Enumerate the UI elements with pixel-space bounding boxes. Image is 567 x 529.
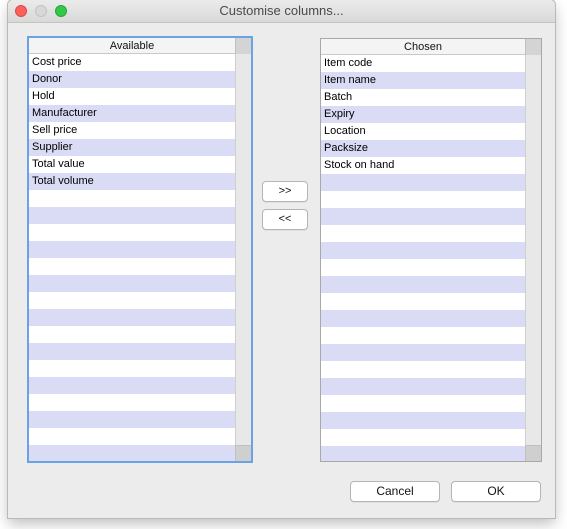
chosen-empty-row — [321, 446, 525, 461]
available-empty-row — [29, 411, 235, 428]
chosen-scrollbar[interactable] — [525, 55, 541, 445]
available-empty-row — [29, 241, 235, 258]
chosen-empty-row — [321, 395, 525, 412]
available-empty-row — [29, 224, 235, 241]
chosen-list-item[interactable]: Packsize — [321, 140, 525, 157]
available-list-item[interactable]: Cost price — [29, 54, 235, 71]
chosen-empty-row — [321, 429, 525, 446]
customise-columns-dialog: Customise columns... Available Cost pric… — [8, 0, 555, 518]
chosen-empty-row — [321, 378, 525, 395]
available-empty-row — [29, 309, 235, 326]
available-empty-row — [29, 343, 235, 360]
available-list[interactable]: Available Cost price Donor Hold Manufacture… — [27, 36, 253, 463]
ok-button[interactable]: OK — [451, 481, 541, 502]
available-empty-row — [29, 445, 235, 461]
chosen-empty-row — [321, 310, 525, 327]
chosen-list[interactable]: Chosen Item code Item name Batch Expiry Loca… — [320, 38, 542, 462]
chosen-list-item[interactable]: Expiry — [321, 106, 525, 123]
available-list-item[interactable]: Manufacturer — [29, 105, 235, 122]
available-list-item[interactable]: Hold — [29, 88, 235, 105]
chosen-empty-row — [321, 361, 525, 378]
chosen-list-item[interactable]: Item code — [321, 55, 525, 72]
available-empty-row — [29, 207, 235, 224]
available-list-item[interactable]: Total value — [29, 156, 235, 173]
chosen-empty-row — [321, 225, 525, 242]
available-empty-row — [29, 377, 235, 394]
add-column-button[interactable]: >> — [262, 181, 308, 202]
chosen-empty-row — [321, 174, 525, 191]
available-list-item[interactable]: Donor — [29, 71, 235, 88]
chosen-empty-row — [321, 293, 525, 310]
available-empty-row — [29, 275, 235, 292]
chosen-empty-row — [321, 208, 525, 225]
chosen-list-item[interactable]: Item name — [321, 72, 525, 89]
available-empty-row — [29, 428, 235, 445]
available-header[interactable]: Available — [29, 38, 251, 54]
available-list-item[interactable]: Supplier — [29, 139, 235, 156]
window-title: Customise columns... — [219, 3, 344, 18]
chosen-empty-row — [321, 259, 525, 276]
chosen-list-item[interactable]: Location — [321, 123, 525, 140]
chosen-empty-row — [321, 276, 525, 293]
chosen-list-item[interactable]: Batch — [321, 89, 525, 106]
cancel-button[interactable]: Cancel — [350, 481, 440, 502]
available-empty-row — [29, 258, 235, 275]
available-scroll-corner — [235, 445, 251, 461]
available-empty-row — [29, 360, 235, 377]
chosen-header-corner — [525, 39, 541, 55]
chosen-empty-row — [321, 344, 525, 361]
available-rows: Cost price Donor Hold Manufacturer Sell pric… — [29, 54, 235, 461]
available-empty-row — [29, 394, 235, 411]
available-list-item[interactable]: Total volume — [29, 173, 235, 190]
title-bar: Customise columns... — [8, 0, 555, 23]
chosen-list-item[interactable]: Stock on hand — [321, 157, 525, 174]
chosen-empty-row — [321, 242, 525, 259]
chosen-empty-row — [321, 327, 525, 344]
available-header-corner — [235, 38, 251, 54]
chosen-empty-row — [321, 412, 525, 429]
chosen-header[interactable]: Chosen — [321, 39, 541, 55]
chosen-empty-row — [321, 191, 525, 208]
chosen-scroll-corner — [525, 445, 541, 461]
chosen-rows: Item code Item name Batch Expiry Location Pac… — [321, 55, 525, 461]
remove-column-button[interactable]: << — [262, 209, 308, 230]
available-empty-row — [29, 326, 235, 343]
available-empty-row — [29, 190, 235, 207]
available-scrollbar[interactable] — [235, 54, 251, 445]
available-list-item[interactable]: Sell price — [29, 122, 235, 139]
available-empty-row — [29, 292, 235, 309]
